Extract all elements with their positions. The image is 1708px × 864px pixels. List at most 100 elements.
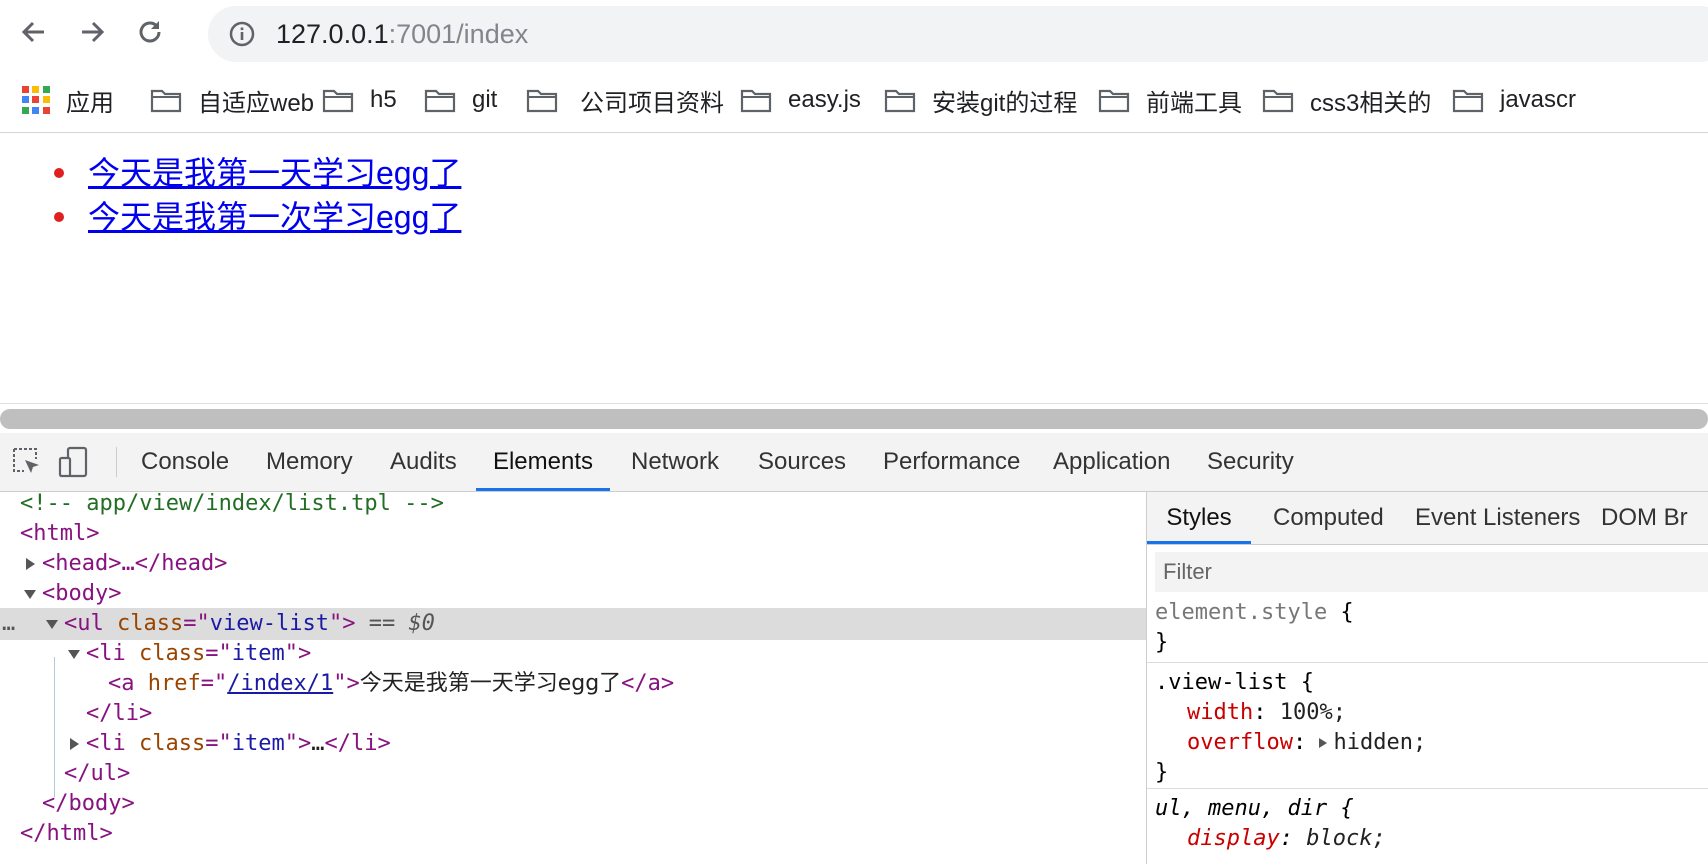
reload-button[interactable]	[132, 14, 168, 50]
rule-selector: element.style	[1155, 600, 1328, 625]
back-button[interactable]	[16, 14, 52, 50]
tab-dom-breakpoints[interactable]: DOM Br	[1601, 492, 1688, 544]
more-options-icon[interactable]: …	[2, 608, 15, 640]
rule-selector: .view-list	[1155, 670, 1288, 695]
browser-toolbar: 127.0.0.1:7001/index	[0, 0, 1708, 64]
list-item-link[interactable]: 今天是我第一天学习egg了	[88, 155, 461, 191]
style-rule-view-list[interactable]: .view-list { width: 100%; overflow: hidd…	[1147, 668, 1708, 789]
inspect-element-icon[interactable]	[10, 445, 44, 479]
url-text: 127.0.0.1:7001/index	[276, 19, 529, 49]
elements-dom-tree: <!-- app/view/index/list.tpl --> <html> …	[0, 492, 1146, 864]
folder-icon	[1098, 89, 1130, 113]
css-property-name: display	[1187, 826, 1280, 851]
dom-node-body-close[interactable]: </body>	[0, 788, 1146, 820]
tag-text: </li>	[324, 731, 391, 756]
arrow-right-icon	[82, 21, 105, 43]
dom-node-comment[interactable]: <!-- app/view/index/list.tpl -->	[0, 492, 1146, 520]
attr-value: item	[231, 731, 285, 756]
bookmark-folder[interactable]: easy.js	[740, 82, 861, 118]
bookmark-label: 安装git的过程	[932, 89, 1078, 117]
bookmark-folder[interactable]: git	[424, 82, 497, 118]
tab-performance[interactable]: Performance	[883, 433, 1020, 491]
attr-value: item	[231, 641, 285, 666]
attr-name: class	[139, 731, 206, 756]
style-rule-ul-menu-dir[interactable]: ul, menu, dir { display: block;	[1147, 794, 1708, 864]
attr-name: href	[147, 671, 201, 696]
css-property-value: block;	[1306, 826, 1386, 851]
collapse-triangle-icon[interactable]	[68, 650, 80, 659]
expand-triangle-icon[interactable]	[70, 738, 79, 750]
bookmark-folder[interactable]: 公司项目资料	[526, 82, 724, 118]
dom-node-li-close[interactable]: </li>	[0, 698, 1146, 730]
bullet-icon	[54, 212, 64, 222]
devtools-resize-handle[interactable]	[0, 409, 1708, 429]
tab-elements[interactable]: Elements	[476, 433, 610, 491]
tag-text: <html>	[20, 521, 100, 546]
css-property-value[interactable]: hidden;	[1333, 730, 1426, 755]
bookmark-folder[interactable]: css3相关的	[1262, 82, 1431, 118]
tab-network[interactable]: Network	[631, 433, 719, 491]
reload-icon	[139, 21, 161, 43]
tab-styles[interactable]: Styles	[1147, 492, 1251, 544]
arrow-left-icon	[21, 21, 44, 43]
css-property-name[interactable]: width	[1187, 700, 1253, 725]
tab-sources[interactable]: Sources	[758, 433, 846, 491]
bookmark-folder[interactable]: 安装git的过程	[884, 82, 1077, 118]
styles-pane: Styles Computed Event Listeners DOM Br F…	[1146, 492, 1708, 864]
info-icon[interactable]	[228, 20, 256, 48]
bookmark-label: 公司项目资料	[580, 89, 724, 117]
tag-text: </li>	[86, 701, 153, 726]
apps-grid-icon	[22, 86, 50, 114]
tab-computed[interactable]: Computed	[1273, 492, 1384, 544]
tab-application[interactable]: Application	[1053, 433, 1170, 491]
selected-marker: == $0	[368, 611, 435, 636]
bookmark-folder[interactable]: h5	[322, 82, 397, 118]
list-item: 今天是我第一天学习egg了	[48, 151, 461, 195]
dom-node-head[interactable]: <head>…</head>	[0, 548, 1146, 580]
devtools-tabbar: Console Memory Audits Elements Network S…	[0, 433, 1708, 492]
bookmark-folder[interactable]: 自适应web	[150, 82, 314, 118]
expand-triangle-icon[interactable]	[1319, 738, 1328, 748]
folder-icon	[1452, 89, 1484, 113]
bookmark-folder[interactable]: 前端工具	[1098, 82, 1242, 118]
bookmark-apps[interactable]: 应用	[22, 82, 114, 118]
folder-icon	[424, 89, 456, 113]
css-property-name[interactable]: overflow	[1187, 730, 1293, 755]
bookmark-label: 前端工具	[1146, 89, 1242, 117]
dom-node-html[interactable]: <html>	[0, 518, 1146, 550]
dom-node-body[interactable]: <body>	[0, 578, 1146, 610]
folder-icon	[884, 89, 916, 113]
tab-security[interactable]: Security	[1207, 433, 1294, 491]
styles-filter-input[interactable]: Filter	[1155, 552, 1708, 592]
style-rule-element[interactable]: element.style { }	[1147, 598, 1708, 663]
dom-node-ul-close[interactable]: </ul>	[0, 758, 1146, 790]
text-node: 今天是我第一天学习egg了	[359, 671, 622, 696]
collapse-triangle-icon[interactable]	[24, 590, 36, 599]
device-toolbar-icon[interactable]	[56, 445, 90, 479]
folder-icon	[526, 89, 558, 113]
address-bar[interactable]: 127.0.0.1:7001/index	[208, 6, 1708, 62]
dom-node-li[interactable]: <li class="item">	[0, 638, 1146, 670]
attr-value: view-list	[209, 611, 329, 636]
bookmark-label: 应用	[66, 89, 114, 117]
bookmark-folder[interactable]: javascr	[1452, 82, 1576, 118]
tag-name: li	[99, 731, 126, 756]
tab-audits[interactable]: Audits	[390, 433, 457, 491]
tag-text: </ul>	[64, 761, 131, 786]
forward-button[interactable]	[74, 14, 110, 50]
tag-name: li	[99, 641, 126, 666]
tab-event-listeners[interactable]: Event Listeners	[1415, 492, 1580, 544]
collapse-triangle-icon[interactable]	[46, 620, 58, 629]
expand-triangle-icon[interactable]	[26, 558, 35, 570]
dom-node-ul-selected[interactable]: … <ul class="view-list"> == $0	[0, 608, 1146, 640]
dom-node-a[interactable]: <a href="/index/1">今天是我第一天学习egg了</a>	[0, 668, 1146, 700]
href-link[interactable]: /index/1	[227, 671, 333, 696]
tab-console[interactable]: Console	[141, 433, 229, 491]
dom-node-html-close[interactable]: </html>	[0, 818, 1146, 850]
dom-node-li-collapsed[interactable]: <li class="item">…</li>	[0, 728, 1146, 760]
css-property-value[interactable]: 100%;	[1280, 700, 1346, 725]
bookmark-label: h5	[370, 86, 397, 113]
tab-memory[interactable]: Memory	[266, 433, 353, 491]
list-item-link[interactable]: 今天是我第一次学习egg了	[88, 199, 461, 235]
styles-tabbar: Styles Computed Event Listeners DOM Br	[1147, 492, 1708, 545]
